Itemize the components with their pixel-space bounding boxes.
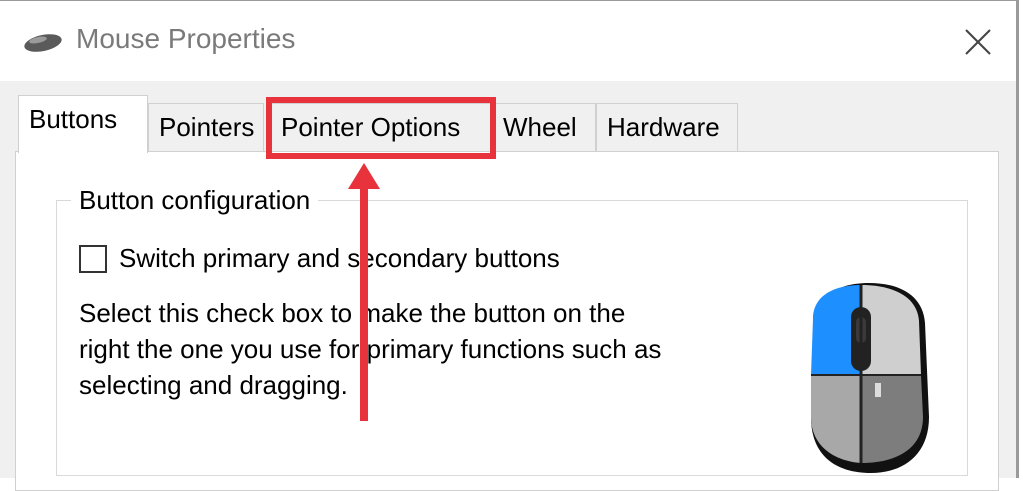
switch-buttons-label[interactable]: Switch primary and secondary buttons [119,241,560,275]
window-title: Mouse Properties [76,23,296,54]
tab-label: Pointers [159,112,255,142]
mouse-properties-window: Mouse Properties Buttons Pointers Pointe… [0,0,1019,491]
tab-pointers[interactable]: Pointers [148,103,264,153]
title-bar: Mouse Properties [0,1,1016,81]
checkbox-description: Select this check box to make the button… [79,298,662,400]
tab-hardware[interactable]: Hardware [596,103,738,153]
tab-wheel[interactable]: Wheel [492,103,596,153]
close-icon [965,29,991,55]
mouse-icon [24,34,62,52]
switch-buttons-checkbox[interactable] [79,245,107,273]
tab-label: Buttons [29,104,118,134]
tab-panel-buttons: Button configuration Switch primary and … [15,151,999,491]
mouse-illustration-icon [811,283,929,473]
tab-buttons[interactable]: Buttons [18,95,148,153]
group-title: Button configuration [71,185,319,215]
tab-label: Pointer Options [281,112,461,142]
tab-label: Wheel [503,112,577,142]
tab-label: Hardware [607,112,720,142]
tab-pointer-options[interactable]: Pointer Options [270,103,492,153]
close-button[interactable] [955,19,1001,65]
button-configuration-group: Button configuration Switch primary and … [56,185,968,476]
